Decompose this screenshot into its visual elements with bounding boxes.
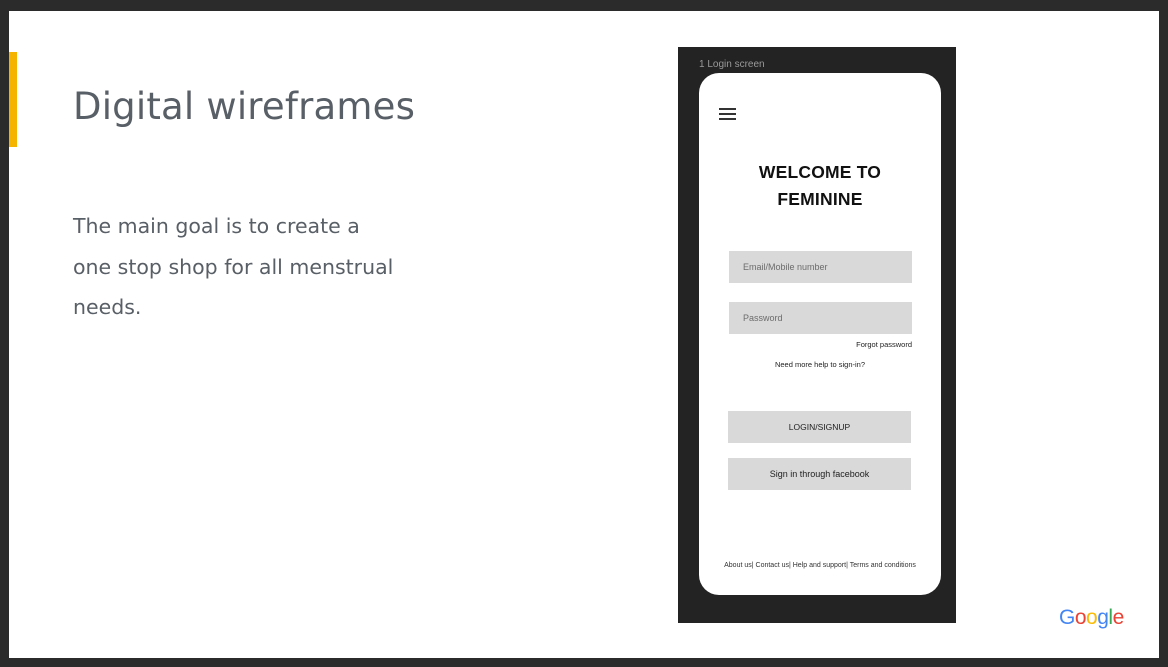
welcome-text: WELCOME TO FEMININE (758, 162, 882, 209)
wireframe-frame: 1 Login screen WELCOME TOFEMININE Forgot… (678, 47, 956, 623)
logo-letter: g (1097, 606, 1109, 629)
password-field[interactable] (729, 302, 912, 334)
footer-link-help[interactable]: Help and support| (793, 562, 848, 569)
sign-in-help-link[interactable]: Need more help to sign-in? (699, 360, 941, 369)
logo-letter: o (1074, 606, 1087, 629)
frame-label: 1 Login screen (699, 59, 765, 70)
email-field[interactable] (729, 251, 912, 283)
footer-links: About us| Contact us| Help and support| … (699, 562, 941, 569)
slide-title: Digital wireframes (73, 85, 416, 128)
accent-bar (9, 52, 17, 147)
phone-screen: WELCOME TOFEMININE Forgot password Need … (699, 73, 941, 595)
logo-letter: G (1059, 606, 1075, 629)
footer-link-contact[interactable]: Contact us| (756, 562, 791, 569)
facebook-signin-button[interactable]: Sign in through facebook (728, 458, 911, 490)
footer-link-terms[interactable]: Terms and conditions (850, 562, 916, 569)
slide-body-text: The main goal is to create a one stop sh… (73, 214, 394, 319)
footer-link-about[interactable]: About us| (724, 562, 753, 569)
slide: Digital wireframes The main goal is to c… (9, 11, 1159, 658)
forgot-password-link[interactable]: Forgot password (856, 340, 912, 349)
hamburger-menu-icon[interactable] (719, 108, 737, 122)
logo-letter: o (1086, 606, 1098, 629)
logo-letter: e (1112, 606, 1125, 629)
welcome-heading: WELCOME TO FEMININE (699, 159, 941, 213)
google-logo: Google (1059, 606, 1124, 630)
login-signup-button[interactable]: LOGIN/SIGNUP (728, 411, 911, 443)
